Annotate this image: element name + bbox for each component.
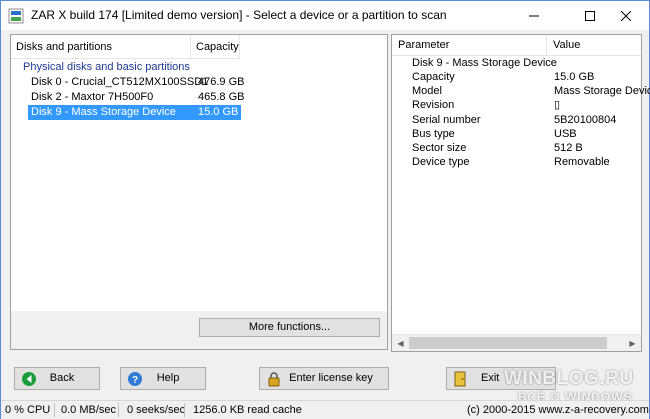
status-cache: 1256.0 KB read cache — [193, 404, 302, 416]
property-name: Capacity — [412, 71, 455, 83]
exit-door-icon — [454, 371, 466, 387]
disk-capacity: 15.0 GB — [198, 106, 239, 118]
disk-row-selected[interactable]: Disk 9 - Mass Storage Device 15.0 GB — [28, 105, 241, 120]
window-title: ZAR X build 174 [Limited demo version] -… — [31, 8, 447, 22]
disk-capacity: 465.8 GB — [198, 91, 245, 103]
property-row: Serial number 5B20100804 — [392, 113, 641, 127]
title-bar: ZAR X build 174 [Limited demo version] -… — [1, 1, 649, 30]
column-header-capacity[interactable]: Capacity — [191, 35, 240, 59]
device-title: Disk 9 - Mass Storage Device — [412, 57, 557, 69]
property-value: 512 B — [554, 142, 583, 154]
status-separator — [118, 403, 119, 417]
help-label: Help — [156, 372, 180, 384]
status-seeks: 0 seeks/sec — [127, 404, 186, 416]
minimize-button[interactable] — [511, 1, 557, 30]
back-button[interactable]: Back — [14, 367, 100, 390]
properties-panel: Parameter Value Disk 9 - Mass Storage De… — [391, 34, 650, 352]
help-button[interactable]: ? Help — [120, 367, 206, 390]
properties-title-row: Disk 9 - Mass Storage Device — [392, 56, 641, 70]
app-icon — [8, 8, 24, 24]
status-cpu: 0 % CPU — [5, 404, 51, 416]
property-value: USB — [554, 128, 577, 140]
maximize-icon — [585, 10, 595, 21]
disk-panel: Disks and partitions Capacity Physical d… — [10, 34, 388, 350]
disk-row[interactable]: Disk 0 - Crucial_CT512MX100SSD1 476.9 GB — [28, 75, 245, 90]
property-row: Bus type USB — [392, 127, 641, 141]
license-label: Enter license key — [289, 372, 373, 384]
column-header-parameter[interactable]: Parameter — [392, 35, 547, 56]
property-value: Removable — [554, 156, 610, 168]
enter-license-button[interactable]: Enter license key — [259, 367, 389, 390]
scroll-right-icon[interactable]: ▶ — [624, 335, 641, 352]
property-value: Mass Storage Device — [554, 85, 650, 97]
back-label: Back — [49, 372, 75, 384]
disk-name: Disk 9 - Mass Storage Device — [31, 106, 176, 118]
close-icon — [621, 10, 631, 21]
property-value: 15.0 GB — [554, 71, 595, 83]
disk-row[interactable]: Disk 2 - Maxtor 7H500F0 465.8 GB — [28, 90, 245, 105]
close-button[interactable] — [603, 1, 649, 30]
disk-capacity: 476.9 GB — [198, 76, 245, 88]
property-name: Sector size — [412, 142, 467, 154]
more-functions-button[interactable]: More functions... — [199, 318, 380, 337]
column-header-disks[interactable]: Disks and partitions — [11, 35, 191, 59]
status-throughput: 0.0 MB/sec — [61, 404, 117, 416]
disk-name: Disk 0 - Crucial_CT512MX100SSD1 — [31, 76, 209, 88]
property-row: Model Mass Storage Device — [392, 84, 650, 98]
horizontal-scrollbar[interactable]: ◀ ▶ — [392, 334, 641, 351]
property-row: Capacity 15.0 GB — [392, 70, 641, 84]
property-value: 5B20100804 — [554, 114, 617, 126]
minimize-icon — [529, 15, 539, 16]
app-window: ZAR X build 174 [Limited demo version] -… — [0, 0, 650, 419]
property-row: Device type Removable — [392, 155, 641, 169]
property-name: Model — [412, 85, 442, 97]
property-name: Device type — [412, 156, 470, 168]
disk-name: Disk 2 - Maxtor 7H500F0 — [31, 91, 154, 103]
property-name: Bus type — [412, 128, 455, 140]
scrollbar-thumb[interactable] — [409, 337, 607, 349]
property-row: Revision ▯ — [392, 98, 641, 112]
watermark-line1: WINBLOG.RU — [504, 368, 634, 389]
property-name: Serial number — [412, 114, 481, 126]
scroll-left-icon[interactable]: ◀ — [392, 335, 409, 352]
property-name: Revision — [412, 99, 455, 111]
status-copyright: (c) 2000-2015 www.z-a-recovery.com — [467, 404, 649, 416]
property-row: Sector size 512 B — [392, 141, 641, 155]
property-value: ▯ — [554, 99, 561, 111]
disk-group-label: Physical disks and basic partitions — [23, 61, 190, 73]
status-bar: 0 % CPU 0.0 MB/sec 0 seeks/sec 1256.0 KB… — [1, 400, 649, 419]
column-header-value[interactable]: Value — [547, 35, 641, 56]
disk-list[interactable]: Disks and partitions Capacity Physical d… — [11, 35, 387, 311]
status-separator — [184, 403, 185, 417]
status-separator — [54, 403, 55, 417]
